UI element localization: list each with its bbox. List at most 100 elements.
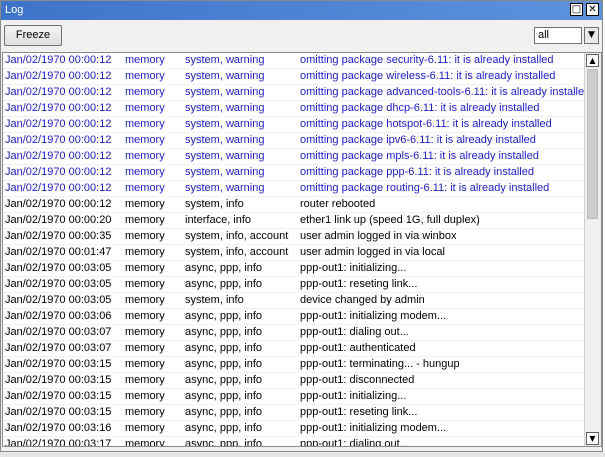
log-time: Jan/02/1970 00:00:12 [5, 198, 112, 210]
log-topics: async, ppp, info [185, 374, 263, 386]
log-topics: system, warning [185, 70, 265, 82]
log-topics: async, ppp, info [185, 310, 263, 322]
scroll-up-icon[interactable]: ▲ [586, 54, 599, 67]
log-row[interactable]: Jan/02/1970 00:03:05 memory async, ppp, in… [3, 261, 585, 277]
log-list[interactable]: Jan/02/1970 00:00:12 memory system, warnin… [2, 52, 602, 447]
log-topics: async, ppp, info [185, 326, 263, 338]
log-buffer: memory [125, 246, 165, 258]
log-buffer: memory [125, 438, 165, 447]
log-buffer: memory [125, 118, 165, 130]
log-time: Jan/02/1970 00:03:15 [5, 374, 112, 386]
log-time: Jan/02/1970 00:00:12 [5, 86, 112, 98]
log-time: Jan/02/1970 00:03:07 [5, 326, 112, 338]
chevron-down-icon[interactable]: ▼ [584, 27, 599, 44]
log-row[interactable]: Jan/02/1970 00:00:12 memory system, warnin… [3, 149, 585, 165]
log-topics: async, ppp, info [185, 342, 263, 354]
log-message: ether1 link up (speed 1G, full duplex) [300, 214, 480, 226]
log-time: Jan/02/1970 00:00:12 [5, 182, 112, 194]
log-row[interactable]: Jan/02/1970 00:03:05 memory system, info de… [3, 293, 585, 309]
log-time: Jan/02/1970 00:00:12 [5, 166, 112, 178]
log-time: Jan/02/1970 00:00:12 [5, 118, 112, 130]
log-row[interactable]: Jan/02/1970 00:03:17 memory async, ppp, in… [3, 437, 585, 447]
log-topics: async, ppp, info [185, 358, 263, 370]
log-row[interactable]: Jan/02/1970 00:00:12 memory system, warnin… [3, 181, 585, 197]
log-message: ppp-out1: terminating... - hungup [300, 358, 460, 370]
scroll-down-icon[interactable]: ▼ [586, 432, 599, 445]
log-time: Jan/02/1970 00:03:17 [5, 438, 112, 447]
log-buffer: memory [125, 390, 165, 402]
log-topics: system, warning [185, 150, 265, 162]
log-buffer: memory [125, 54, 165, 66]
log-message: ppp-out1: authenticated [300, 342, 416, 354]
log-row[interactable]: Jan/02/1970 00:00:12 memory system, warnin… [3, 69, 585, 85]
log-message: user admin logged in via winbox [300, 230, 457, 242]
log-topics: system, warning [185, 134, 265, 146]
log-message: omitting package security-6.11: it is al… [300, 54, 554, 66]
log-row[interactable]: Jan/02/1970 00:03:15 memory async, ppp, in… [3, 389, 585, 405]
log-buffer: memory [125, 86, 165, 98]
scroll-thumb[interactable] [587, 69, 598, 219]
title-bar[interactable]: Log □ ✕ [1, 1, 602, 20]
log-message: ppp-out1: initializing... [300, 262, 407, 274]
log-message: ppp-out1: reseting link... [300, 278, 418, 290]
log-row[interactable]: Jan/02/1970 00:00:12 memory system, warnin… [3, 133, 585, 149]
log-buffer: memory [125, 278, 165, 290]
vertical-scrollbar[interactable]: ▲ ▼ [584, 53, 601, 446]
log-time: Jan/02/1970 00:00:12 [5, 54, 112, 66]
log-message: ppp-out1: initializing... [300, 390, 407, 402]
toolbar: Freeze all ▼ [1, 20, 602, 51]
log-message: omitting package hotspot-6.11: it is alr… [300, 118, 552, 130]
log-topics: async, ppp, info [185, 390, 263, 402]
log-message: omitting package dhcp-6.11: it is alread… [300, 102, 540, 114]
log-topics: system, info [185, 198, 244, 210]
log-buffer: memory [125, 326, 165, 338]
log-buffer: memory [125, 214, 165, 226]
log-row[interactable]: Jan/02/1970 00:03:07 memory async, ppp, in… [3, 341, 585, 357]
log-row[interactable]: Jan/02/1970 00:03:07 memory async, ppp, in… [3, 325, 585, 341]
log-buffer: memory [125, 230, 165, 242]
log-message: omitting package advanced-tools-6.11: it… [300, 86, 585, 98]
log-row[interactable]: Jan/02/1970 00:03:16 memory async, ppp, in… [3, 421, 585, 437]
log-rows: Jan/02/1970 00:00:12 memory system, warnin… [3, 53, 585, 447]
log-message: omitting package ppp-6.11: it is already… [300, 166, 534, 178]
log-topics: interface, info [185, 214, 252, 226]
log-row[interactable]: Jan/02/1970 00:03:15 memory async, ppp, in… [3, 405, 585, 421]
filter-select[interactable]: all [534, 27, 582, 44]
log-row[interactable]: Jan/02/1970 00:03:06 memory async, ppp, in… [3, 309, 585, 325]
log-time: Jan/02/1970 00:00:12 [5, 102, 112, 114]
log-time: Jan/02/1970 00:00:20 [5, 214, 112, 226]
log-row[interactable]: Jan/02/1970 00:00:12 memory system, warnin… [3, 117, 585, 133]
log-row[interactable]: Jan/02/1970 00:00:12 memory system, warnin… [3, 165, 585, 181]
log-row[interactable]: Jan/02/1970 00:00:35 memory system, info, … [3, 229, 585, 245]
log-time: Jan/02/1970 00:03:06 [5, 310, 112, 322]
log-buffer: memory [125, 262, 165, 274]
log-buffer: memory [125, 358, 165, 370]
close-icon[interactable]: ✕ [586, 3, 599, 16]
log-time: Jan/02/1970 00:03:15 [5, 358, 112, 370]
log-message: omitting package wireless-6.11: it is al… [300, 70, 556, 82]
restore-icon[interactable]: □ [570, 3, 583, 16]
log-topics: async, ppp, info [185, 262, 263, 274]
log-topics: async, ppp, info [185, 422, 263, 434]
log-row[interactable]: Jan/02/1970 00:00:12 memory system, warnin… [3, 101, 585, 117]
log-time: Jan/02/1970 00:00:12 [5, 134, 112, 146]
log-row[interactable]: Jan/02/1970 00:00:12 memory system, info ro… [3, 197, 585, 213]
log-topics: system, warning [185, 182, 265, 194]
log-buffer: memory [125, 406, 165, 418]
log-time: Jan/02/1970 00:03:15 [5, 406, 112, 418]
log-message: router rebooted [300, 198, 376, 210]
log-row[interactable]: Jan/02/1970 00:00:12 memory system, warnin… [3, 85, 585, 101]
log-buffer: memory [125, 166, 165, 178]
log-time: Jan/02/1970 00:01:47 [5, 246, 112, 258]
log-row[interactable]: Jan/02/1970 00:01:47 memory system, info, … [3, 245, 585, 261]
freeze-button[interactable]: Freeze [4, 25, 62, 46]
log-row[interactable]: Jan/02/1970 00:03:05 memory async, ppp, in… [3, 277, 585, 293]
log-topics: async, ppp, info [185, 406, 263, 418]
log-row[interactable]: Jan/02/1970 00:00:12 memory system, warnin… [3, 53, 585, 69]
log-row[interactable]: Jan/02/1970 00:03:15 memory async, ppp, in… [3, 373, 585, 389]
log-time: Jan/02/1970 00:03:05 [5, 262, 112, 274]
log-row[interactable]: Jan/02/1970 00:00:20 memory interface, inf… [3, 213, 585, 229]
log-message: ppp-out1: initializing modem... [300, 310, 447, 322]
log-buffer: memory [125, 150, 165, 162]
log-row[interactable]: Jan/02/1970 00:03:15 memory async, ppp, in… [3, 357, 585, 373]
